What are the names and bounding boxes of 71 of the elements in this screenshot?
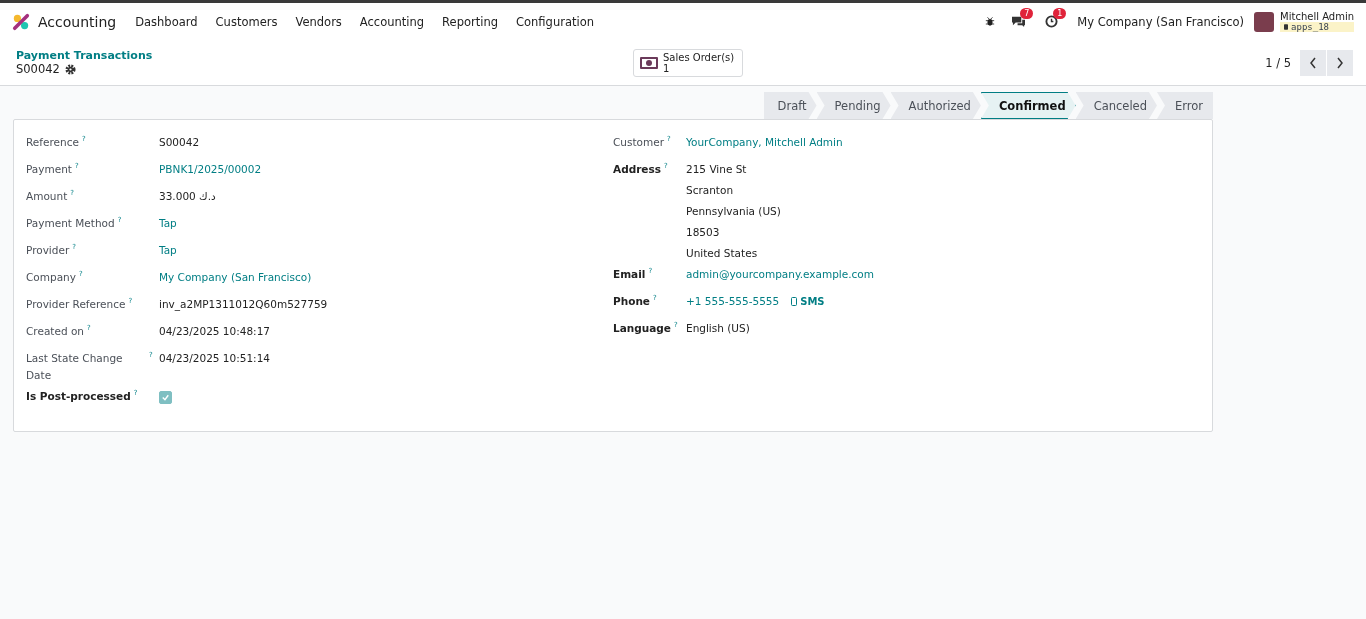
field-label: Payment xyxy=(26,162,72,177)
field-label: Address xyxy=(613,162,661,177)
database-icon xyxy=(1284,24,1289,30)
field-link[interactable]: Tap xyxy=(159,215,177,232)
field-label: Company xyxy=(26,270,76,285)
menu-item[interactable]: Reporting xyxy=(433,14,507,29)
field-label: Reference xyxy=(26,135,79,150)
status-stage[interactable]: Confirmed xyxy=(980,92,1076,119)
address-line: Scranton xyxy=(686,183,735,198)
field-label: Provider xyxy=(26,243,70,258)
field-value: 04/23/2025 10:51:14 xyxy=(159,351,270,366)
field-label: Created on xyxy=(26,324,84,339)
bug-icon[interactable] xyxy=(985,16,996,27)
field-label: Email xyxy=(613,267,646,282)
chevron-right-icon xyxy=(1336,56,1344,69)
field-value: English (US) xyxy=(686,321,750,336)
field-link[interactable]: admin@yourcompany.example.com xyxy=(686,266,874,283)
field-value: S00042 xyxy=(159,135,200,150)
notification-badge: 7 xyxy=(1020,8,1034,19)
previous-button[interactable] xyxy=(1300,49,1326,76)
checkbox[interactable] xyxy=(159,391,172,404)
sms-button[interactable]: SMS xyxy=(791,293,825,310)
app-logo-icon[interactable] xyxy=(12,12,30,31)
address-line: Pennsylvania (US) xyxy=(686,204,781,219)
status-stage[interactable]: Canceled xyxy=(1075,92,1157,119)
status-stage[interactable]: Draft xyxy=(763,92,817,119)
status-stage[interactable]: Error xyxy=(1156,92,1213,119)
address-line: 18503 xyxy=(686,225,721,240)
avatar[interactable] xyxy=(1254,11,1275,32)
chat-icon[interactable] xyxy=(1011,15,1027,28)
banknote-icon xyxy=(640,56,658,69)
field-label: Language xyxy=(613,321,671,336)
menu-item[interactable]: Dashboard xyxy=(126,14,207,29)
status-stage[interactable]: Authorized xyxy=(890,92,981,119)
pager-value: 1 / 5 xyxy=(1265,55,1291,70)
address-line: United States xyxy=(686,246,759,261)
field-label: Customer xyxy=(613,135,664,150)
menu-item[interactable]: Configuration xyxy=(507,14,603,29)
notification-badge: 1 xyxy=(1053,8,1067,19)
field-label: Provider Reference xyxy=(26,297,126,312)
field-value: inv_a2MP1311012Q60m527759 xyxy=(159,297,328,313)
smart-button[interactable]: Sales Order(s) 1 xyxy=(633,48,744,77)
address-line: 215 Vine St xyxy=(686,162,748,177)
database-tag: apps_18 xyxy=(1280,22,1354,32)
field-link[interactable]: YourCompany, Mitchell Admin xyxy=(686,134,843,151)
menu-item[interactable]: Vendors xyxy=(286,14,351,29)
field-value: 33.000 د.ك xyxy=(159,189,216,204)
field-label: Payment Method xyxy=(26,216,115,231)
app-name[interactable]: Accounting xyxy=(38,13,117,30)
mobile-phone-icon xyxy=(791,297,798,306)
clock-icon[interactable] xyxy=(1044,15,1060,28)
checkmark-icon xyxy=(160,392,171,403)
field-label: Is Post-processed xyxy=(26,389,131,404)
next-button[interactable] xyxy=(1327,49,1353,76)
menu-item[interactable]: Customers xyxy=(206,14,287,29)
field-link[interactable]: Tap xyxy=(159,242,177,259)
phone-link[interactable]: +1 555-555-5555 xyxy=(686,293,780,310)
field-label: Last State Change Date xyxy=(26,351,124,383)
chevron-left-icon xyxy=(1309,56,1317,69)
field-value: 04/23/2025 10:48:17 xyxy=(159,324,270,339)
field-label: Amount xyxy=(26,189,68,204)
field-link[interactable]: My Company (San Francisco) xyxy=(159,269,312,286)
breadcrumb-link[interactable]: Payment Transactions xyxy=(16,49,633,62)
settings-icon[interactable] xyxy=(64,63,76,75)
record-name: S00042 xyxy=(16,62,60,76)
field-link[interactable]: PBNK1/2025/00002 xyxy=(159,161,262,178)
company-switcher[interactable]: My Company (San Francisco) xyxy=(1077,14,1245,29)
field-label: Phone xyxy=(613,294,650,309)
status-stage[interactable]: Pending xyxy=(816,92,891,119)
user-name: Mitchell Admin xyxy=(1280,11,1354,22)
menu-item[interactable]: Accounting xyxy=(350,14,434,29)
